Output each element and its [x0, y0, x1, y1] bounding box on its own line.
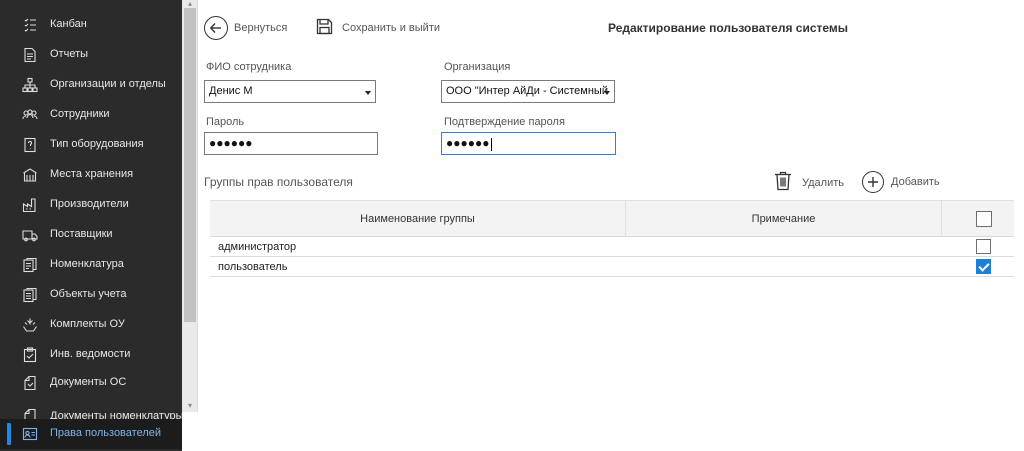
- sidebar-item-suppliers[interactable]: Поставщики: [0, 220, 182, 250]
- sidebar-item-kits[interactable]: Комплекты ОУ: [0, 310, 182, 340]
- sidebar-item-organizations[interactable]: Организации и отделы: [0, 70, 182, 100]
- chevron-down-icon: [365, 91, 371, 95]
- add-button-label: Добавить: [891, 176, 940, 188]
- sidebar-item-label: Документы ОС: [50, 376, 127, 388]
- table-row[interactable]: пользователь: [210, 257, 1014, 277]
- sidebar-item-user-rights[interactable]: Права пользователей: [0, 419, 182, 449]
- organization-select-value: ООО "Интер АйДи - Системный: [446, 85, 608, 97]
- sidebar-item-reports[interactable]: Отчеты: [0, 40, 182, 70]
- column-header-select: [942, 201, 1014, 237]
- password-label: Пароль: [206, 116, 245, 128]
- scroll-down-arrow-icon[interactable]: ▾: [185, 402, 195, 410]
- sidebar-item-label: Комплекты ОУ: [50, 318, 125, 330]
- sidebar-item-label: Канбан: [50, 18, 87, 30]
- sidebar-item-os-documents[interactable]: Документы ОС: [0, 368, 182, 398]
- main-panel: Вернуться Сохранить и выйти Редактирован…: [198, 0, 1024, 451]
- sidebar-item-label: Права пользователей: [50, 427, 161, 439]
- sidebar-scrollbar[interactable]: ▴ ▾: [182, 0, 198, 412]
- delete-button-label: Удалить: [802, 176, 844, 189]
- report-icon: [22, 47, 38, 63]
- password-field[interactable]: ●●●●●●: [204, 132, 378, 155]
- storage-icon: [22, 167, 38, 183]
- delete-button[interactable]: Удалить: [774, 171, 844, 194]
- groups-table: Наименование группы Примечание администр…: [210, 200, 1014, 277]
- sidebar-item-label: Организации и отделы: [50, 78, 166, 90]
- confirm-password-value: ●●●●●●: [446, 136, 490, 150]
- kits-icon: [22, 317, 38, 333]
- sidebar-item-label: Отчеты: [50, 48, 89, 60]
- scroll-up-arrow-icon[interactable]: ▴: [185, 0, 195, 8]
- sidebar-item-label: Сотрудники: [50, 108, 110, 120]
- organization-select[interactable]: ООО "Интер АйДи - Системный: [441, 80, 615, 103]
- text-caret: [490, 137, 492, 151]
- table-row[interactable]: администратор: [210, 237, 1014, 257]
- table-header: Наименование группы Примечание: [210, 200, 1014, 237]
- documents-icon: [22, 375, 38, 391]
- sidebar-nav: Канбан Отчеты Организации и отделы Сотру…: [0, 0, 182, 451]
- sidebar-item-accounting-objects[interactable]: Объекты учета: [0, 280, 182, 310]
- org-structure-icon: [22, 77, 38, 93]
- group-name-cell: пользователь: [218, 261, 288, 273]
- sidebar-item-employees[interactable]: Сотрудники: [0, 100, 182, 130]
- user-rights-icon: [22, 426, 38, 442]
- row-checkbox[interactable]: [976, 239, 991, 254]
- password-value: ●●●●●●: [209, 136, 253, 150]
- trash-icon: [774, 171, 792, 194]
- sidebar-item-equipment-type[interactable]: Тип оборудования: [0, 130, 182, 160]
- sidebar-item-label: Объекты учета: [50, 288, 127, 300]
- employees-icon: [22, 107, 38, 123]
- factory-icon: [22, 197, 38, 213]
- floppy-disk-icon: [316, 18, 333, 38]
- employee-select[interactable]: Денис М: [204, 80, 376, 103]
- sidebar-item-label: Номенклатура: [50, 258, 124, 270]
- app-window: Канбан Отчеты Организации и отделы Сотру…: [0, 0, 1024, 451]
- sidebar-item-manufacturers[interactable]: Производители: [0, 190, 182, 220]
- back-button-label: Вернуться: [234, 22, 288, 34]
- save-button-label: Сохранить и выйти: [342, 22, 440, 34]
- employee-select-value: Денис М: [209, 85, 253, 97]
- nomenclature-icon: [22, 257, 38, 273]
- sidebar-item-label: Производители: [50, 198, 129, 210]
- row-checkbox[interactable]: [976, 259, 991, 274]
- employee-label: ФИО сотрудника: [206, 61, 292, 73]
- truck-icon: [22, 227, 38, 243]
- add-button[interactable]: Добавить: [862, 171, 940, 193]
- sidebar-item-nomenclature[interactable]: Номенклатура: [0, 250, 182, 280]
- sidebar-item-storage[interactable]: Места хранения: [0, 160, 182, 190]
- sidebar-item-label: Инв. ведомости: [50, 348, 131, 360]
- group-name-cell: администратор: [218, 241, 297, 253]
- arrow-left-icon: [204, 16, 228, 40]
- save-and-exit-button[interactable]: Сохранить и выйти: [316, 18, 440, 38]
- sidebar-item-label: Места хранения: [50, 168, 134, 180]
- scrollbar-thumb[interactable]: [184, 8, 196, 322]
- active-indicator: [7, 423, 11, 445]
- select-all-checkbox[interactable]: [976, 211, 992, 227]
- sidebar-item-label: Тип оборудования: [50, 138, 144, 150]
- page-title: Редактирование пользователя системы: [608, 21, 849, 35]
- column-header-group-name[interactable]: Наименование группы: [210, 201, 626, 237]
- chevron-down-icon: [604, 91, 610, 95]
- clipboard-check-icon: [22, 347, 38, 363]
- column-header-note[interactable]: Примечание: [626, 201, 942, 237]
- sidebar-item-label: Поставщики: [50, 228, 113, 240]
- groups-section-title: Группы прав пользователя: [204, 175, 353, 189]
- accounting-objects-icon: [22, 287, 38, 303]
- back-button[interactable]: Вернуться: [204, 16, 287, 40]
- plus-circle-icon: [862, 171, 884, 193]
- organization-label: Организация: [444, 61, 511, 73]
- sidebar-item-kanban[interactable]: Канбан: [0, 10, 182, 40]
- equipment-type-icon: [22, 137, 38, 153]
- confirm-password-field[interactable]: ●●●●●●: [441, 132, 616, 155]
- sidebar-item-inventory-sheets[interactable]: Инв. ведомости: [0, 340, 182, 370]
- kanban-icon: [22, 17, 38, 33]
- confirm-password-label: Подтверждение пароля: [444, 116, 565, 128]
